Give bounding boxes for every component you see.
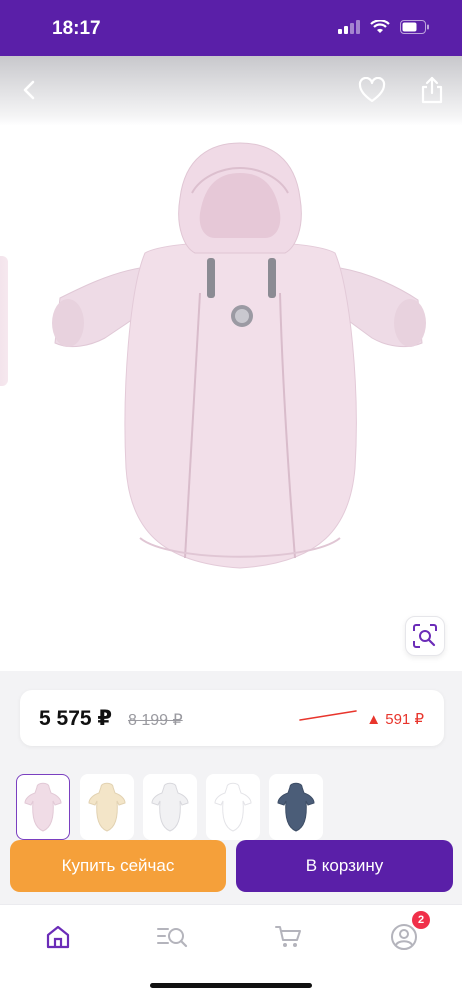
- price-card: 5 575 ₽ 8 199 ₽ ▲ 591 ₽: [20, 690, 444, 746]
- thumbnail-white[interactable]: [206, 774, 260, 840]
- back-icon: [23, 80, 35, 100]
- wifi-icon: [370, 20, 390, 33]
- heart-icon: [358, 77, 386, 103]
- favorite-button[interactable]: [354, 72, 390, 108]
- tab-home[interactable]: [38, 917, 78, 957]
- thumbnail-pink[interactable]: [16, 774, 70, 840]
- share-button[interactable]: [414, 72, 450, 108]
- thumbnail-navy[interactable]: [269, 774, 323, 840]
- status-bar: 18:17: [0, 0, 462, 56]
- thumbnail-image: [24, 782, 62, 832]
- price-drop-badge[interactable]: ▲ 591 ₽: [366, 710, 424, 728]
- thumbnail-image: [88, 782, 126, 832]
- tab-catalog[interactable]: [152, 917, 192, 957]
- status-time: 18:17: [52, 18, 101, 39]
- add-to-cart-button[interactable]: В корзину: [236, 840, 453, 892]
- catalog-search-icon: [157, 928, 188, 948]
- price-trend-line: [299, 710, 357, 721]
- product-gallery[interactable]: [0, 126, 462, 671]
- product-image: [52, 142, 426, 569]
- price-old: 8 199 ₽: [128, 712, 183, 729]
- status-icons: [338, 20, 430, 34]
- thumbnail-strip: [16, 774, 462, 840]
- visual-search-icon: [413, 624, 437, 648]
- action-bar: Купить сейчас В корзину: [0, 838, 462, 898]
- cart-icon: [275, 926, 301, 947]
- profile-notification-badge: 2: [412, 911, 430, 929]
- tab-profile[interactable]: 2: [384, 911, 430, 957]
- thumbnail-image: [151, 782, 189, 832]
- cellular-signal-icon: [338, 20, 360, 34]
- share-icon: [421, 76, 443, 104]
- thumbnail-light-gray[interactable]: [143, 774, 197, 840]
- app-header: [0, 56, 462, 126]
- visual-search-button[interactable]: [405, 616, 445, 656]
- home-indicator: [150, 983, 312, 988]
- profile-icon: [391, 924, 417, 950]
- home-icon: [46, 925, 70, 949]
- previous-image-peek[interactable]: [0, 256, 8, 386]
- buy-now-button[interactable]: Купить сейчас: [10, 840, 226, 892]
- price-current: 5 575 ₽: [39, 707, 112, 730]
- thumbnail-image: [277, 782, 315, 832]
- back-button[interactable]: [12, 72, 48, 108]
- thumbnail-image: [214, 782, 252, 832]
- thumbnail-beige[interactable]: [80, 774, 134, 840]
- tab-cart[interactable]: [268, 917, 308, 957]
- battery-icon: [400, 20, 429, 34]
